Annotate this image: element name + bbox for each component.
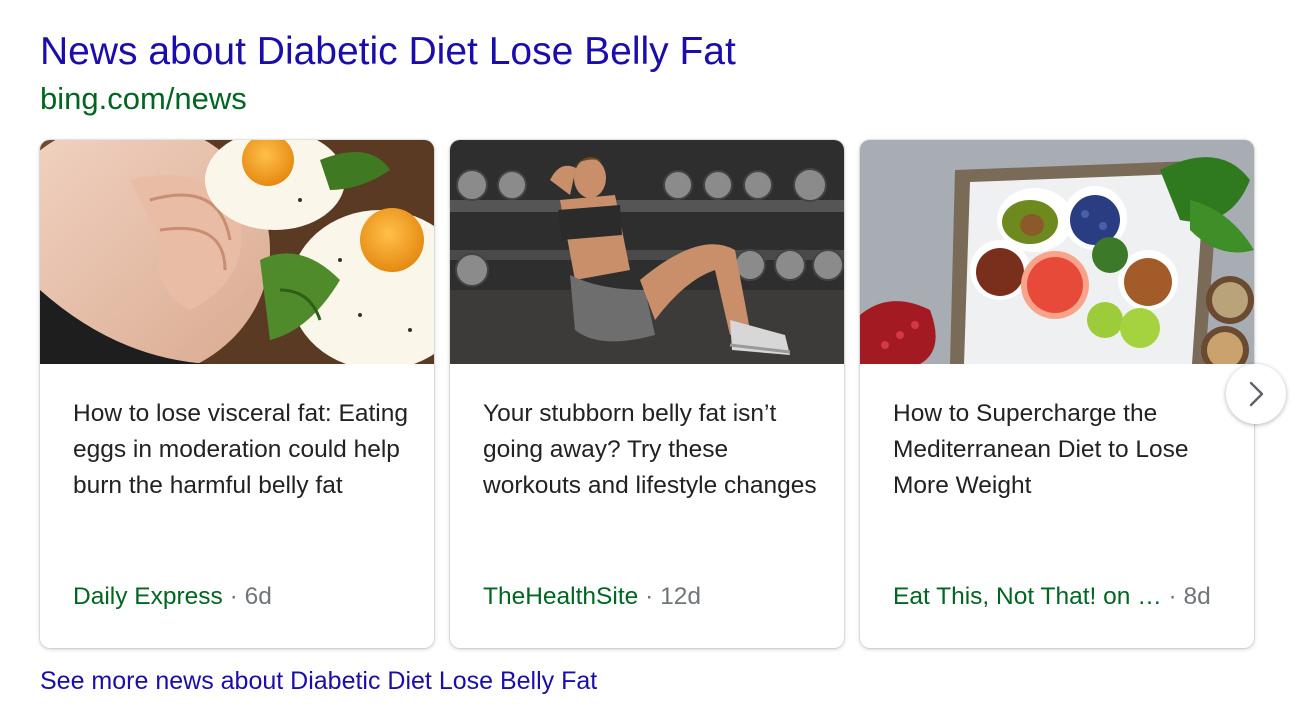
news-source: Daily Express [73,583,223,610]
news-meta: TheHealthSite · 12d [483,581,701,613]
see-more-news-link[interactable]: See more news about Diabetic Diet Lose B… [40,665,597,697]
news-cards-row: How to lose visceral fat: Eating eggs in… [40,140,1256,648]
result-url: bing.com/news [40,81,247,116]
workout-woman-image [450,140,844,364]
carousel-next-button[interactable] [1226,364,1286,424]
eggs-belly-image [40,140,434,364]
news-meta: Daily Express · 6d [73,581,272,613]
meta-separator: · [645,583,654,610]
news-headline[interactable]: How to lose visceral fat: Eating eggs in… [73,396,413,504]
news-meta: Eat This, Not That! on … · 8d [893,581,1211,613]
news-card[interactable]: How to Supercharge the Mediterranean Die… [860,140,1254,648]
news-source: TheHealthSite [483,583,639,610]
news-card[interactable]: How to lose visceral fat: Eating eggs in… [40,140,434,648]
news-thumbnail-mediterranean[interactable] [860,140,1254,364]
news-age: 6d [244,583,272,610]
news-card[interactable]: Your stubborn belly fat isn’t going away… [450,140,844,648]
news-headline[interactable]: Your stubborn belly fat isn’t going away… [483,396,823,504]
news-thumbnail-eggs[interactable] [40,140,434,364]
news-thumbnail-workout[interactable] [450,140,844,364]
result-title-link[interactable]: News about Diabetic Diet Lose Belly Fat [40,28,736,76]
news-headline[interactable]: How to Supercharge the Mediterranean Die… [893,396,1233,504]
meta-separator: · [229,583,238,610]
mediterranean-food-image [860,140,1254,364]
news-carousel-result: News about Diabetic Diet Lose Belly Fat … [0,0,1296,714]
news-age: 12d [660,583,701,610]
news-age: 8d [1183,583,1211,610]
news-source: Eat This, Not That! on … [893,583,1162,610]
chevron-right-icon [1249,381,1264,407]
meta-separator: · [1168,583,1177,610]
